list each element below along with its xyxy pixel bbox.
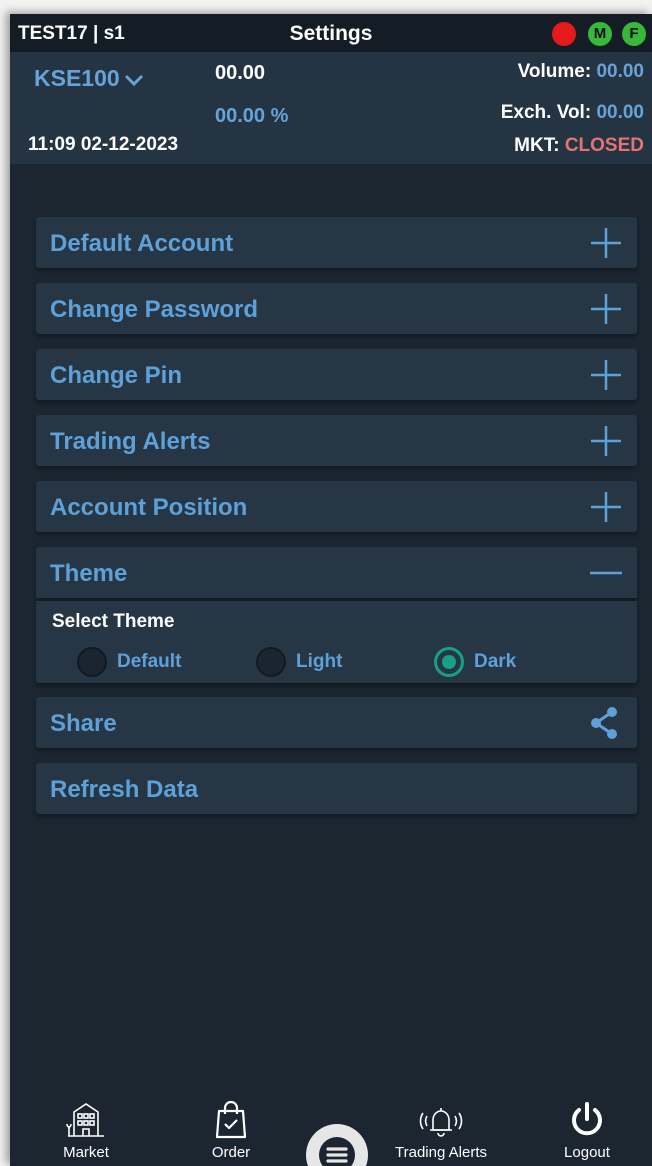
plus-icon[interactable] (590, 492, 622, 522)
nav-order[interactable]: Order (171, 1100, 291, 1166)
setting-label: Default Account (50, 230, 234, 257)
setting-default-account[interactable]: Default Account (36, 217, 637, 268)
nav-logout[interactable]: Logout (527, 1100, 647, 1166)
setting-label: Change Pin (50, 362, 183, 389)
nav-trading-alerts[interactable]: Trading Alerts (381, 1100, 501, 1166)
radio-button[interactable] (77, 647, 107, 677)
setting-share[interactable]: Share (36, 697, 637, 748)
feed-indicator: F (622, 22, 646, 46)
power-icon (572, 1102, 602, 1136)
setting-theme[interactable]: Theme (36, 547, 637, 598)
setting-label: Theme (50, 560, 128, 587)
index-name: KSE100 (34, 65, 120, 91)
setting-trading-alerts[interactable]: Trading Alerts (36, 415, 637, 466)
setting-refresh-data[interactable]: Refresh Data (36, 763, 637, 814)
exch-volume-value: 00.00 (596, 102, 644, 123)
nav-market[interactable]: Market (26, 1100, 146, 1166)
building-icon (66, 1103, 104, 1137)
market-datetime: 11:09 02-12-2023 (28, 134, 179, 155)
plus-icon[interactable] (590, 426, 622, 456)
theme-panel: Select Theme Default Light Dark (36, 601, 637, 683)
minus-icon[interactable] (590, 558, 622, 588)
setting-change-password[interactable]: Change Password (36, 283, 637, 334)
index-change-pct: 00.00 % (215, 105, 289, 127)
setting-label: Account Position (50, 494, 248, 521)
index-selector[interactable]: KSE100 (34, 65, 144, 92)
nav-label: Order (211, 1144, 251, 1161)
market-info-panel: KSE100 00.00 00.00 % 11:09 02-12-2023 Vo… (10, 52, 652, 164)
user-label: TEST17 | s1 (18, 23, 125, 44)
setting-label: Refresh Data (50, 776, 199, 803)
radio-label: Default (117, 651, 182, 672)
title-bar: TEST17 | s1 Settings M F (10, 14, 652, 52)
menu-icon (319, 1137, 355, 1166)
bottom-nav: Market Order Trading Alerts Logout (10, 1100, 652, 1166)
page-title: Settings (289, 22, 373, 45)
setting-label: Share (50, 710, 117, 737)
plus-icon[interactable] (590, 228, 622, 258)
index-price: 00.00 (215, 62, 266, 84)
radio-label: Dark (474, 651, 517, 672)
select-theme-label: Select Theme (52, 611, 175, 632)
exch-volume-readout: Exch. Vol: 00.00 (500, 102, 644, 123)
chevron-down-icon (124, 74, 143, 87)
market-indicator: M (588, 22, 612, 46)
setting-account-position[interactable]: Account Position (36, 481, 637, 532)
volume-value: 00.00 (596, 61, 644, 82)
radio-button-selected[interactable] (434, 647, 464, 677)
setting-label: Trading Alerts (50, 428, 211, 455)
market-status-value: CLOSED (564, 135, 644, 156)
nav-label: Logout (564, 1144, 610, 1161)
bell-icon (419, 1108, 463, 1137)
market-status-readout: MKT: CLOSED (514, 135, 644, 156)
plus-icon[interactable] (590, 294, 622, 324)
shopping-bag-icon (215, 1100, 247, 1139)
app-window: TEST17 | s1 Settings M F KSE100 00.00 00… (10, 14, 652, 1166)
setting-label: Change Password (50, 296, 259, 323)
radio-button[interactable] (256, 647, 286, 677)
volume-readout: Volume: 00.00 (517, 61, 644, 82)
share-icon[interactable] (589, 706, 619, 740)
nav-label: Market (63, 1144, 109, 1161)
plus-icon[interactable] (590, 360, 622, 390)
menu-button[interactable] (306, 1124, 368, 1166)
radio-label: Light (296, 651, 343, 672)
setting-change-pin[interactable]: Change Pin (36, 349, 637, 400)
connection-status-indicator (552, 22, 576, 46)
nav-label: Trading Alerts (395, 1144, 487, 1161)
